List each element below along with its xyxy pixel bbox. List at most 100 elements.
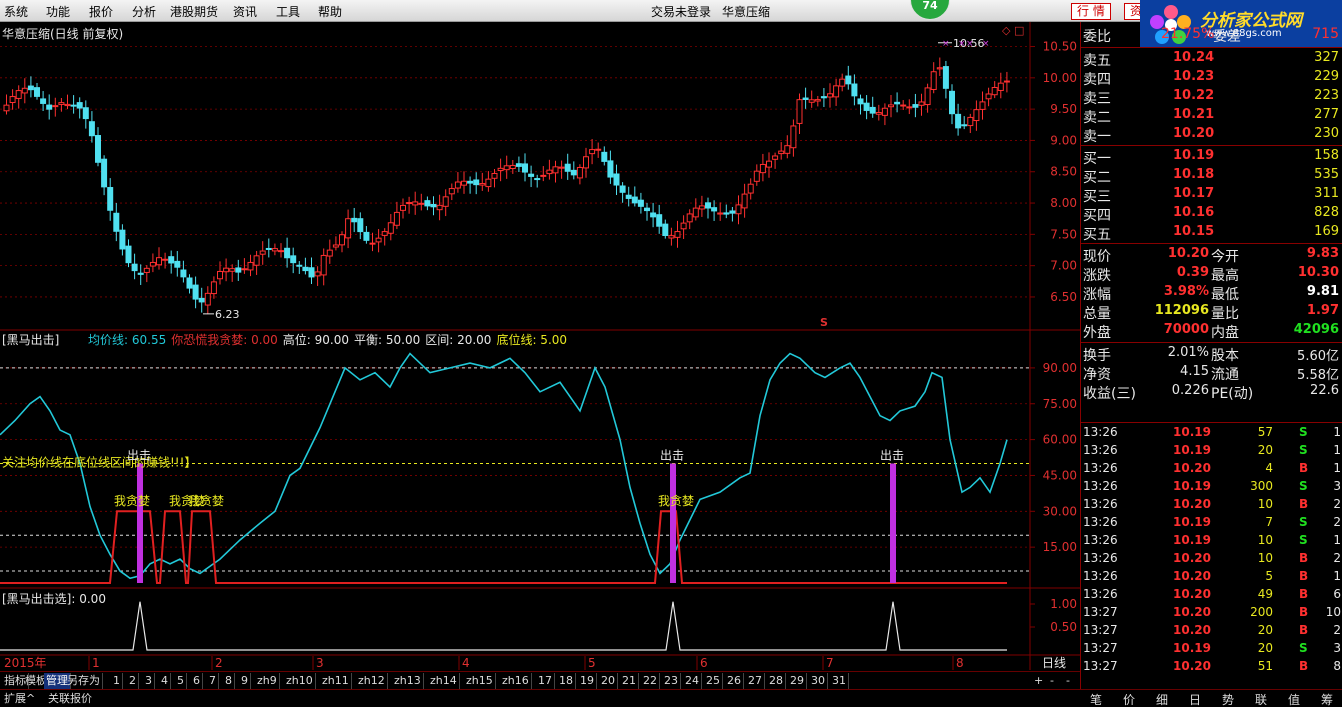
badge-counter[interactable]: 74: [910, 0, 950, 20]
buy-label: 买一: [1083, 151, 1111, 167]
quote-tab-1[interactable]: 价: [1123, 691, 1135, 707]
bottom-tab-33[interactable]: 29: [788, 673, 807, 689]
bottom-tab-24[interactable]: 20: [599, 673, 618, 689]
price-axis-label: 10.50: [1043, 40, 1077, 54]
chart-area[interactable]: 10.50 10.00 9.50 9.00 8.50 8.00 7.50 7.00 6.50 6.…: [0, 22, 1080, 682]
bottom-tab-19[interactable]: zh15: [464, 673, 496, 689]
indicator-axis-label: 15.00: [1043, 540, 1077, 554]
candle-body: [735, 204, 742, 215]
zoom-control-1[interactable]: -: [1048, 673, 1056, 689]
period-label[interactable]: 日线: [1042, 656, 1066, 670]
bottom-tab-27[interactable]: 23: [662, 673, 681, 689]
bottom-tab-21[interactable]: 17: [536, 673, 555, 689]
bottom-tab-25[interactable]: 21: [620, 673, 639, 689]
bottom-tab-28[interactable]: 24: [683, 673, 702, 689]
candle-body: [509, 164, 516, 170]
quote-tab-4[interactable]: 势: [1222, 691, 1234, 707]
bottom-tab-13[interactable]: zh9: [255, 673, 280, 689]
bottom-tab-23[interactable]: 19: [578, 673, 597, 689]
bottom-tab-35[interactable]: 31: [830, 673, 849, 689]
menu-item-1[interactable]: 功能: [46, 3, 70, 20]
candle-body: [265, 247, 272, 250]
related-quote-button[interactable]: 关联报价: [46, 691, 94, 707]
menu-item-3[interactable]: 分析: [132, 3, 156, 20]
quote-tab-6[interactable]: 值: [1288, 691, 1300, 707]
bottom-tab-16[interactable]: zh12: [356, 673, 388, 689]
zoom-control-0[interactable]: +: [1032, 673, 1045, 689]
menu-item-6[interactable]: 工具: [276, 3, 300, 20]
sell-label: 卖四: [1083, 72, 1111, 88]
bottom-tab-9[interactable]: 6: [191, 673, 203, 689]
square-icon[interactable]: □: [1014, 24, 1024, 37]
stock-name-menu: 华意压缩: [722, 5, 771, 19]
candle-body: [40, 98, 47, 104]
candle-body: [375, 237, 382, 243]
bottom-tab-26[interactable]: 22: [641, 673, 660, 689]
candle-body: [833, 85, 840, 98]
quote-tab-5[interactable]: 联: [1255, 691, 1267, 707]
menu-item-2[interactable]: 报价: [89, 3, 113, 20]
bottom-tab-20[interactable]: zh16: [500, 673, 532, 689]
candle-body: [912, 104, 919, 108]
menu-item-0[interactable]: 系统: [4, 3, 28, 20]
corner-icons[interactable]: ◇ □: [1002, 24, 1024, 37]
bottom-tab-31[interactable]: 27: [746, 673, 765, 689]
bottom-tab-30[interactable]: 26: [725, 673, 744, 689]
candle-body: [491, 172, 498, 179]
bottom-tab-7[interactable]: 4: [159, 673, 171, 689]
bottom-tab-17[interactable]: zh13: [392, 673, 424, 689]
candle-body: [296, 264, 303, 267]
bottom-tab-3[interactable]: 另存为: [65, 673, 103, 689]
bottom-tab-6[interactable]: 3: [143, 673, 155, 689]
bottom-tab-10[interactable]: 7: [207, 673, 219, 689]
stat-value: 3.98%: [1163, 284, 1209, 299]
tick-row: 13:27 10.20 20 B 2: [1081, 622, 1342, 640]
price-axis-label: 7.00: [1050, 259, 1077, 273]
quote-tab-0[interactable]: 笔: [1090, 691, 1102, 707]
quote-tab-7[interactable]: 筹: [1321, 691, 1333, 707]
menu-item-4[interactable]: 港股期货: [170, 3, 218, 20]
candle-body: [485, 178, 492, 188]
zoom-control-2[interactable]: -: [1064, 673, 1072, 689]
tick-count: 1: [1333, 569, 1341, 583]
bottom-tab-8[interactable]: 5: [175, 673, 187, 689]
expand-button[interactable]: 扩展^: [2, 691, 37, 707]
candle-body: [308, 267, 315, 278]
bottom-tab-11[interactable]: 8: [223, 673, 235, 689]
indicator-legend: 均价线: 60.55 你恐慌我贪婪: 0.00 高位: 90.00 平衡: 50.00…: [88, 331, 572, 348]
tick-row: 13:26 10.20 5 B 1: [1081, 568, 1342, 586]
candle-body: [412, 201, 419, 206]
year-label: 2015年: [4, 656, 47, 670]
quote-tab-2[interactable]: 细: [1156, 691, 1168, 707]
menu-item-7[interactable]: 帮助: [318, 3, 342, 20]
candle-body: [271, 248, 278, 252]
candle-body: [930, 71, 937, 90]
fund-label: 收益(三): [1083, 386, 1136, 402]
bottom-tab-14[interactable]: zh10: [284, 673, 316, 689]
fund-label: 股本: [1211, 348, 1239, 364]
tick-count: 8: [1333, 659, 1341, 673]
month-label: 2: [215, 656, 223, 670]
bottom-tab-5[interactable]: 2: [127, 673, 139, 689]
buy-row: 买五 10.15 169: [1081, 223, 1342, 243]
bottom-tab-29[interactable]: 25: [704, 673, 723, 689]
candle-body: [888, 104, 894, 108]
diamond-icon[interactable]: ◇: [1002, 24, 1010, 37]
candle-body: [3, 104, 10, 112]
candle-body: [644, 207, 650, 212]
tick-time: 13:26: [1083, 551, 1118, 565]
bottom-tab-15[interactable]: zh11: [320, 673, 352, 689]
market-button[interactable]: 行 情: [1071, 3, 1111, 20]
bottom-tab-12[interactable]: 9: [239, 673, 251, 689]
quote-tab-3[interactable]: 日: [1189, 691, 1201, 707]
tick-time: 13:26: [1083, 443, 1118, 457]
bottom-tab-22[interactable]: 18: [557, 673, 576, 689]
bottom-tab-32[interactable]: 28: [767, 673, 786, 689]
candle-body: [363, 231, 370, 241]
trade-status[interactable]: 交易未登录: [651, 3, 711, 20]
hit-label: 出击: [127, 449, 151, 463]
bottom-tab-34[interactable]: 30: [809, 673, 828, 689]
bottom-tab-4[interactable]: 1: [111, 673, 123, 689]
menu-item-5[interactable]: 资讯: [233, 3, 257, 20]
bottom-tab-18[interactable]: zh14: [428, 673, 460, 689]
